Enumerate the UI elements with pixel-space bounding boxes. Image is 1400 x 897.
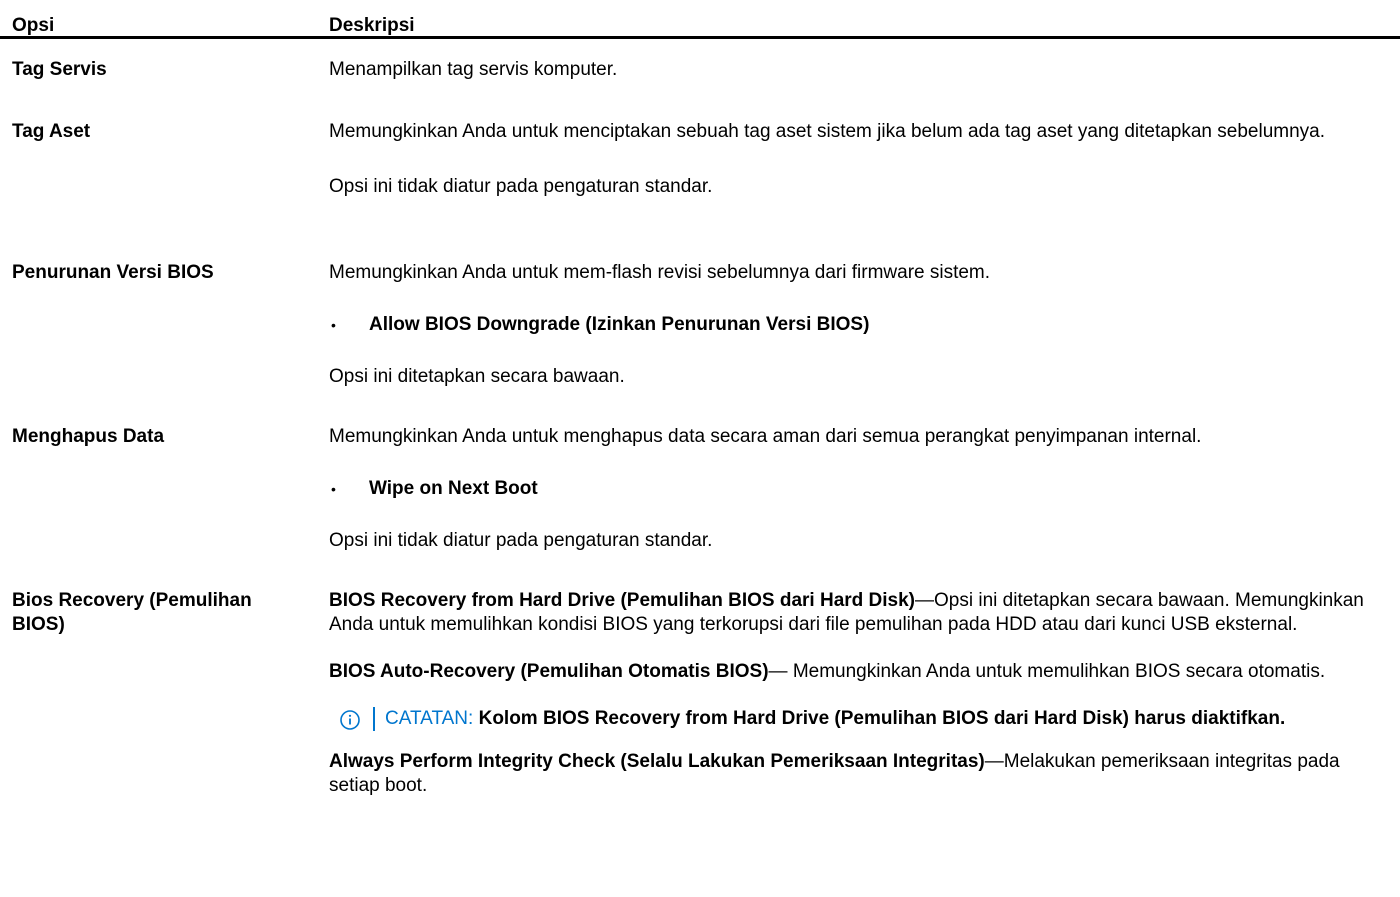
header-option: Opsi [12,15,55,36]
option-description: Memungkinkan Anda untuk menciptakan sebu… [329,120,1400,199]
description-text: Opsi ini tidak diatur pada pengaturan st… [329,176,713,197]
recovery-item-text: — Memungkinkan Anda untuk memulihkan BIO… [768,661,1326,682]
note-box: CATATAN: Kolom BIOS Recovery from Hard D… [329,707,1392,731]
note-content: Kolom BIOS Recovery from Hard Drive (Pem… [473,708,1286,729]
option-label: Tag Servis [12,59,107,80]
recovery-item: BIOS Auto-Recovery (Pemulihan Otomatis B… [329,660,1392,684]
option-label: Tag Aset [12,121,91,142]
option-description: BIOS Recovery from Hard Drive (Pemulihan… [329,589,1400,798]
header-description: Deskripsi [329,15,415,36]
table-row: Tag Servis Menampilkan tag servis komput… [0,58,1400,82]
description-text: Opsi ini ditetapkan secara bawaan. [329,366,625,387]
bullet-text: Allow BIOS Downgrade (Izinkan Penurunan … [369,314,870,335]
table-header: Opsi Deskripsi [0,0,1400,39]
bullet-item: • Wipe on Next Boot [329,477,1392,501]
table-row: Menghapus Data Memungkinkan Anda untuk m… [0,425,1400,553]
description-text: Memungkinkan Anda untuk menghapus data s… [329,426,1202,447]
note-text: CATATAN: Kolom BIOS Recovery from Hard D… [373,707,1285,731]
table-row: Penurunan Versi BIOS Memungkinkan Anda u… [0,261,1400,389]
option-label: Bios Recovery (Pemulihan BIOS) [12,590,252,635]
bullet-item: • Allow BIOS Downgrade (Izinkan Penuruna… [329,313,1392,337]
option-description: Memungkinkan Anda untuk mem-flash revisi… [329,261,1400,389]
recovery-item: Always Perform Integrity Check (Selalu L… [329,750,1392,798]
bullet-dot: • [331,481,336,497]
table-row: Bios Recovery (Pemulihan BIOS) BIOS Reco… [0,589,1400,798]
recovery-item-title: Always Perform Integrity Check (Selalu L… [329,751,985,772]
description-text: Memungkinkan Anda untuk mem-flash revisi… [329,262,991,283]
table-row: Tag Aset Memungkinkan Anda untuk mencipt… [0,120,1400,199]
description-text: Menampilkan tag servis komputer. [329,59,618,80]
recovery-item-title: BIOS Auto-Recovery (Pemulihan Otomatis B… [329,661,769,682]
option-description: Menampilkan tag servis komputer. [329,58,1400,82]
note-label: CATATAN: [385,708,474,729]
options-table: Opsi Deskripsi Tag Servis Menampilkan ta… [0,0,1400,796]
description-text: Memungkinkan Anda untuk menciptakan sebu… [329,121,1326,142]
recovery-item: BIOS Recovery from Hard Drive (Pemulihan… [329,589,1392,637]
bullet-text: Wipe on Next Boot [369,478,538,499]
info-circle-icon [340,710,360,730]
bullet-dot: • [331,317,336,333]
option-label: Penurunan Versi BIOS [12,262,214,283]
description-text: Opsi ini tidak diatur pada pengaturan st… [329,530,713,551]
option-label: Menghapus Data [12,426,165,447]
option-description: Memungkinkan Anda untuk menghapus data s… [329,425,1400,553]
recovery-item-title: BIOS Recovery from Hard Drive (Pemulihan… [329,590,916,611]
